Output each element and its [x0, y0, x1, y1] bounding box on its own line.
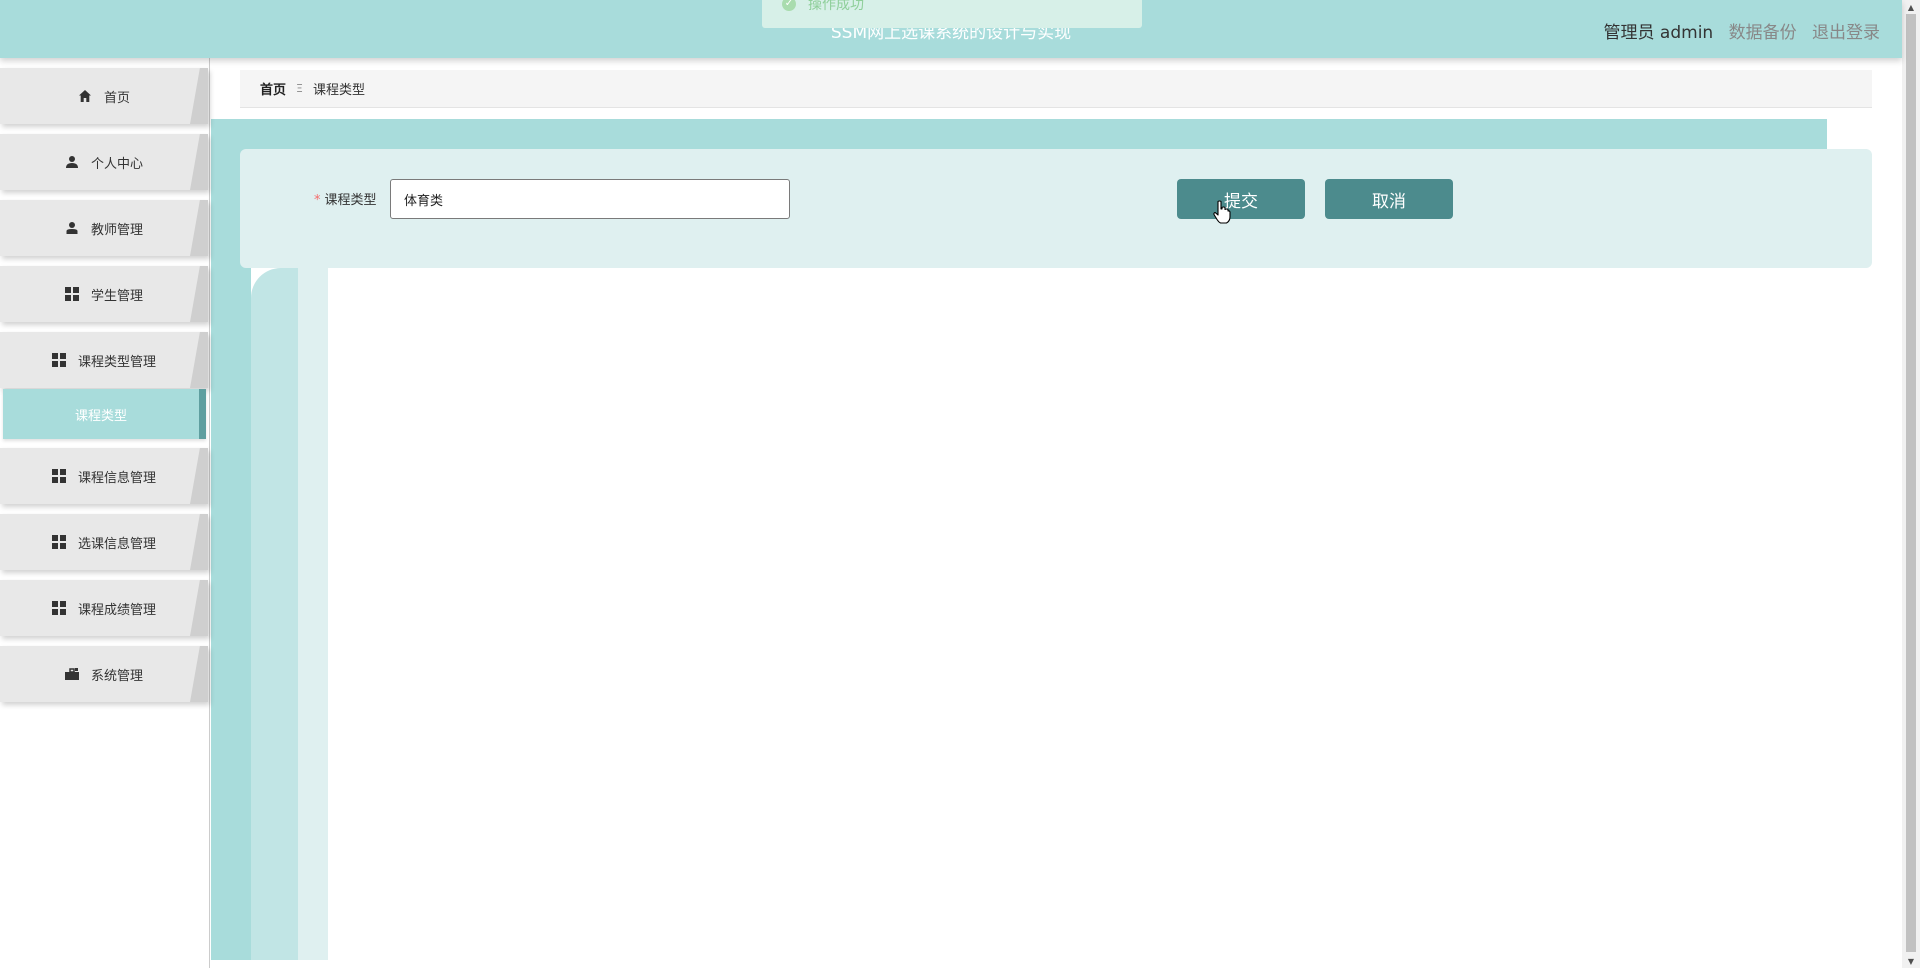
vertical-scrollbar[interactable]: ▲ ▼	[1902, 0, 1920, 968]
grid-icon	[51, 535, 66, 549]
sidebar-item-personal-center[interactable]: 个人中心	[0, 134, 208, 190]
scroll-up-arrow-icon[interactable]: ▲	[1902, 0, 1920, 14]
content-area	[328, 268, 1902, 968]
content-header-band	[211, 119, 1827, 149]
scroll-down-arrow-icon[interactable]: ▼	[1902, 954, 1920, 968]
breadcrumb-current: 课程类型	[312, 83, 365, 98]
user-area: 管理员 admin 数据备份 退出登录	[1594, 18, 1880, 43]
submit-button[interactable]: 提交	[1177, 179, 1305, 219]
home-icon	[78, 89, 92, 103]
current-user-label: 管理员 admin	[1603, 23, 1714, 43]
sidebar-item-teacher-management[interactable]: 教师管理	[0, 200, 208, 256]
sidebar-item-selection-info-management[interactable]: 选课信息管理	[0, 514, 208, 570]
sidebar-item-label: 系统管理	[90, 668, 143, 684]
toast-message: 操作成功	[808, 0, 864, 13]
required-mark: *	[314, 193, 321, 208]
sidebar: 首页 个人中心 教师管理 学生管理 课程类型管理 课程类型 课程信息管理 选课信…	[0, 58, 210, 968]
check-circle-icon: ✓	[782, 0, 796, 11]
user-icon	[65, 221, 79, 235]
sidebar-item-label: 个人中心	[90, 156, 143, 172]
hand-pointer-cursor-icon	[1213, 200, 1231, 224]
breadcrumb-separator: Ξ	[296, 82, 303, 95]
sidebar-item-label: 课程类型管理	[77, 354, 156, 370]
grid-icon	[64, 287, 79, 301]
sidebar-item-system-management[interactable]: 系统管理	[0, 646, 208, 702]
sidebar-item-course-info-management[interactable]: 课程信息管理	[0, 448, 208, 504]
logout-link[interactable]: 退出登录	[1812, 23, 1880, 43]
grid-icon	[51, 469, 66, 483]
breadcrumb: 首页 Ξ 课程类型	[240, 70, 1872, 108]
sidebar-subitem-course-type[interactable]: 课程类型	[3, 389, 206, 439]
sidebar-item-course-score-management[interactable]: 课程成绩管理	[0, 580, 208, 636]
sidebar-item-label: 课程成绩管理	[77, 602, 156, 618]
sidebar-item-label: 课程信息管理	[77, 470, 156, 486]
breadcrumb-home[interactable]: 首页	[260, 79, 286, 98]
course-type-label-text: 课程类型	[324, 193, 377, 208]
sidebar-item-label: 首页	[103, 90, 130, 106]
grid-icon	[51, 601, 66, 615]
sidebar-item-label: 学生管理	[90, 288, 143, 304]
sidebar-item-student-management[interactable]: 学生管理	[0, 266, 208, 322]
sidebar-item-course-type-management[interactable]: 课程类型管理	[0, 332, 208, 388]
cancel-button[interactable]: 取消	[1325, 179, 1453, 219]
course-type-label: * 课程类型	[314, 189, 377, 208]
sidebar-item-home[interactable]: 首页	[0, 68, 208, 124]
decorative-stripe-inner	[298, 268, 328, 960]
sidebar-item-label: 教师管理	[90, 222, 143, 238]
sidebar-item-label: 选课信息管理	[77, 536, 156, 552]
user-icon	[65, 155, 79, 169]
decorative-stripe-mid	[251, 268, 298, 960]
success-toast: ✓ 操作成功	[762, 0, 1142, 28]
scrollbar-thumb[interactable]	[1906, 14, 1916, 952]
data-backup-link[interactable]: 数据备份	[1729, 23, 1797, 43]
briefcase-icon	[64, 667, 79, 681]
grid-icon	[51, 353, 66, 367]
course-type-input[interactable]	[390, 179, 790, 219]
